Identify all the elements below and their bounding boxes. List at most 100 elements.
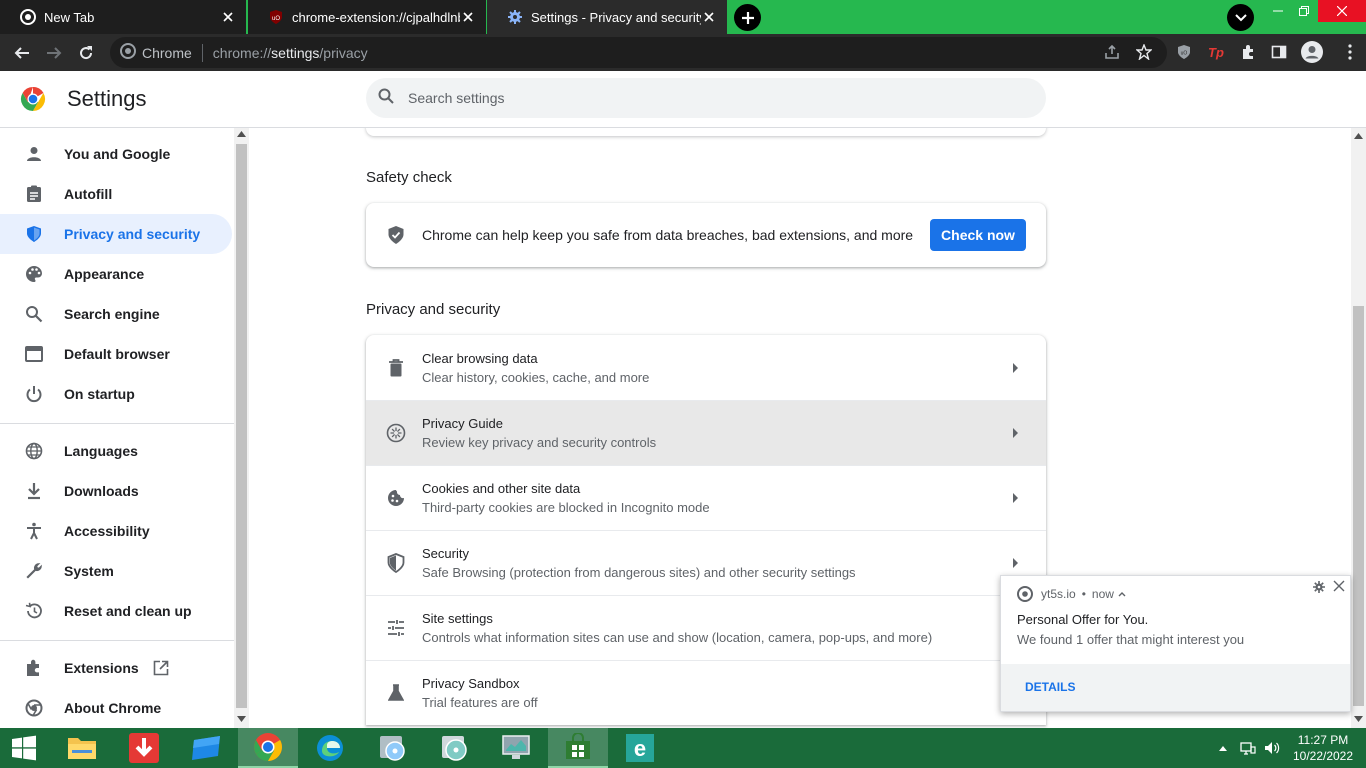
row-title: Security [422,546,469,561]
restore-button[interactable] [1290,0,1318,22]
details-button[interactable]: DETAILS [1025,680,1075,694]
sidebar-item-label: Extensions [64,660,139,676]
download-app-icon[interactable] [114,728,174,768]
row-title: Site settings [422,611,493,626]
cookies-row[interactable]: Cookies and other site data Third-party c… [366,465,1046,530]
sidebar-item-search-engine[interactable]: Search engine [0,294,232,334]
omnibox-divider [201,43,203,62]
sidebar-item-appearance[interactable]: Appearance [0,254,232,294]
system-clock[interactable]: 11:27 PM 10/22/2022 [1288,732,1358,764]
scroll-down-arrow-icon[interactable] [1354,716,1363,722]
main-scrollbar[interactable] [1351,128,1366,728]
close-icon[interactable] [1333,579,1349,595]
history-icon [24,601,44,621]
edge-icon[interactable] [300,728,360,768]
edge-legacy-icon[interactable]: e [610,728,670,768]
tab-settings[interactable]: Settings - Privacy and security [487,0,727,34]
store-icon[interactable] [548,728,608,768]
security-row[interactable]: Security Safe Browsing (protection from d… [366,530,1046,595]
file-explorer-icon[interactable] [52,728,112,768]
site-settings-row[interactable]: Site settings Controls what information s… [366,595,1046,660]
disc-app-icon[interactable] [424,728,484,768]
back-button[interactable] [9,40,35,66]
shield-check-icon [386,225,406,245]
sidebar-item-you-and-google[interactable]: You and Google [0,134,232,174]
clock-date: 10/22/2022 [1292,749,1354,763]
row-subtitle: Controls what information sites can use … [422,630,933,645]
tab-search-button[interactable] [1227,4,1254,31]
scroll-down-arrow-icon[interactable] [237,716,246,722]
close-icon[interactable] [701,9,717,25]
palette-icon [24,264,44,284]
privacy-card: Clear browsing data Clear history, cookie… [366,335,1046,725]
close-icon[interactable] [220,9,236,25]
sidebar-item-on-startup[interactable]: On startup [0,374,232,414]
open-in-new-icon [153,660,169,676]
clear-browsing-data-row[interactable]: Clear browsing data Clear history, cookie… [366,335,1046,400]
scrollbar-thumb[interactable] [1353,306,1364,706]
minimize-button[interactable] [1264,0,1292,22]
side-panel-icon[interactable] [1267,40,1291,64]
profile-avatar-icon[interactable] [1300,40,1324,64]
check-now-button[interactable]: Check now [930,219,1026,251]
settings-search[interactable] [366,78,1046,118]
new-tab-button[interactable] [734,4,761,31]
chevron-up-icon[interactable] [1214,728,1232,768]
tp-extension-icon[interactable]: Tp [1204,40,1228,64]
chevron-up-icon[interactable] [1118,591,1126,597]
reload-button[interactable] [73,40,99,66]
address-bar[interactable]: Chrome chrome://settings/privacy [110,37,1167,68]
url-text[interactable]: chrome://settings/privacy [213,45,368,61]
scrollbar-thumb[interactable] [236,144,247,708]
privacy-guide-row[interactable]: Privacy Guide Review key privacy and secu… [366,400,1046,465]
tune-icon [386,618,406,638]
sidebar-item-extensions[interactable]: Extensions [0,648,232,688]
sidebar-item-about-chrome[interactable]: About Chrome [0,688,232,728]
gear-icon[interactable] [1313,580,1329,596]
sidebar-item-downloads[interactable]: Downloads [0,471,232,511]
accessibility-icon [24,521,44,541]
flask-icon [386,683,406,703]
chrome-icon [120,43,136,62]
search-input[interactable] [408,90,1008,106]
tab-strip: New Tab uO chrome-extension://cjpalhdlnb… [0,0,1366,34]
tab-extension[interactable]: uO chrome-extension://cjpalhdlnbpafiamej… [248,0,486,34]
trash-icon [386,358,406,378]
monitor-app-icon[interactable] [486,728,546,768]
sidebar-item-accessibility[interactable]: Accessibility [0,511,232,551]
omnibox-site-label: Chrome [142,44,192,61]
close-icon[interactable] [460,9,476,25]
sidebar-item-autofill[interactable]: Autofill [0,174,232,214]
tab-new-tab[interactable]: New Tab [0,0,246,34]
sidebar-scrollbar[interactable] [234,128,249,728]
windows-start-icon[interactable] [0,728,48,768]
media-player-icon[interactable] [362,728,422,768]
sidebar-item-default-browser[interactable]: Default browser [0,334,232,374]
ublock-extension-icon[interactable]: uO [1172,40,1196,64]
row-title: Privacy Sandbox [422,676,520,691]
sidebar-item-system[interactable]: System [0,551,232,591]
scroll-up-arrow-icon[interactable] [237,131,246,137]
shield-icon [386,553,406,573]
puzzle-icon[interactable] [1236,40,1260,64]
chrome-menu-icon[interactable] [1338,40,1362,64]
window-close-button[interactable] [1318,0,1366,22]
privacy-heading: Privacy and security [366,301,501,318]
blue-app-icon[interactable] [176,728,236,768]
row-title: Cookies and other site data [422,481,581,496]
sidebar-item-reset-and-clean-up[interactable]: Reset and clean up [0,591,232,631]
safety-check-card: Chrome can help keep you safe from data … [366,203,1046,267]
sidebar-item-languages[interactable]: Languages [0,431,232,471]
chrome-taskbar-icon[interactable] [238,728,298,768]
network-icon[interactable] [1238,728,1258,768]
notification-popup[interactable]: yt5s.io • now Personal Offer for You. We… [1000,575,1351,712]
bookmark-star-icon[interactable] [1132,40,1156,64]
sidebar-item-label: Reset and clean up [64,603,192,619]
privacy-sandbox-row[interactable]: Privacy Sandbox Trial features are off [366,660,1046,725]
volume-icon[interactable] [1262,728,1282,768]
share-icon[interactable] [1100,40,1124,64]
scroll-up-arrow-icon[interactable] [1354,133,1363,139]
forward-button[interactable] [41,40,67,66]
sidebar-item-privacy-and-security[interactable]: Privacy and security [0,214,232,254]
chrome-icon [20,9,36,25]
